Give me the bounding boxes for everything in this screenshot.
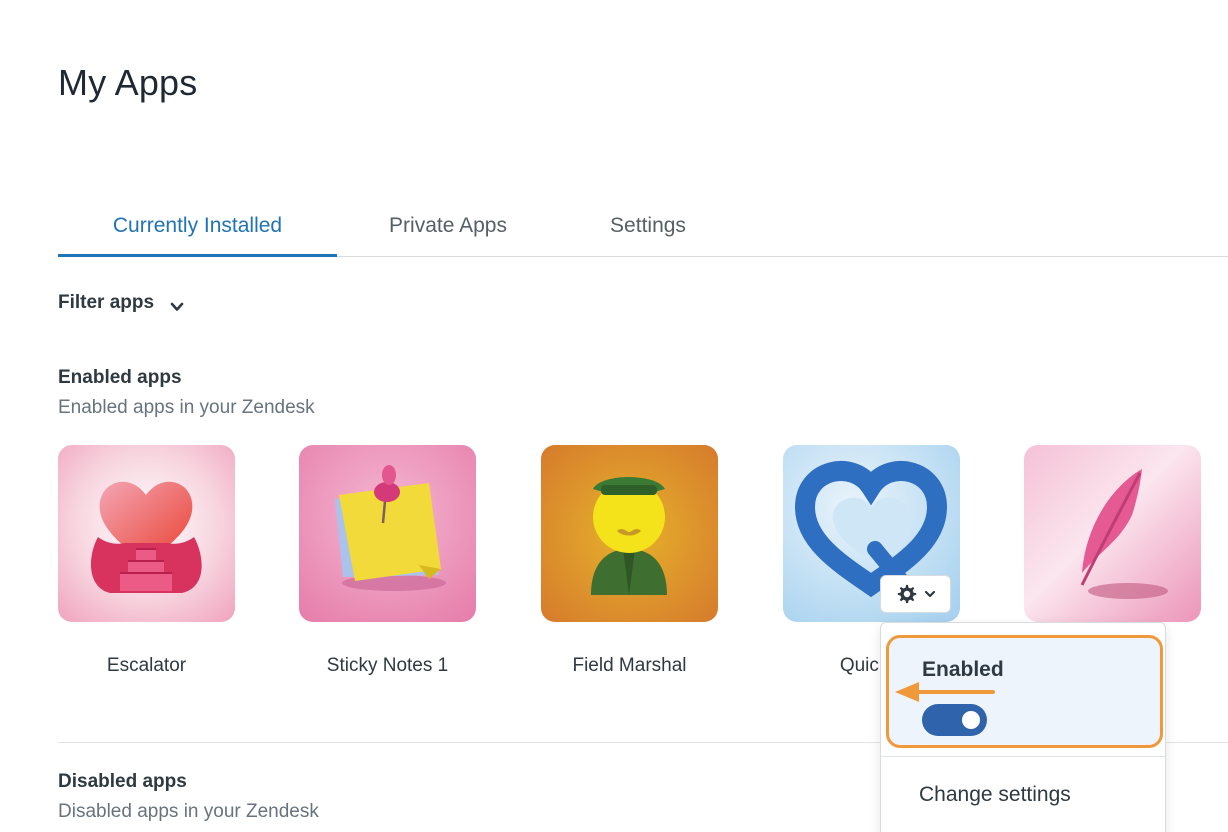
page-title: My Apps bbox=[58, 62, 198, 103]
disabled-apps-title: Disabled apps bbox=[58, 771, 187, 792]
app-card-feather[interactable] bbox=[1024, 445, 1201, 622]
toggle-knob bbox=[962, 711, 980, 729]
tab-private-apps[interactable]: Private Apps bbox=[337, 200, 559, 256]
feather-icon bbox=[1024, 445, 1201, 622]
dropdown-separator bbox=[881, 756, 1165, 757]
app-settings-menu-button[interactable] bbox=[880, 575, 951, 613]
app-name-escalator: Escalator bbox=[106, 655, 187, 676]
app-name-sticky-notes: Sticky Notes 1 bbox=[326, 655, 449, 676]
heart-stairs-icon bbox=[58, 445, 235, 622]
tab-bar: Currently Installed Private Apps Setting… bbox=[58, 200, 1228, 257]
app-card-field-marshal[interactable]: Field Marshal bbox=[541, 445, 718, 676]
arrow-left-icon bbox=[895, 682, 995, 702]
marshal-figure-icon bbox=[541, 445, 718, 622]
enabled-toggle-switch[interactable] bbox=[922, 704, 987, 736]
sticky-note-pin-icon bbox=[299, 445, 476, 622]
gear-icon bbox=[897, 584, 916, 604]
app-name-field-marshal: Field Marshal bbox=[572, 655, 687, 676]
enabled-apps-subtitle: Enabled apps in your Zendesk bbox=[58, 397, 315, 418]
filter-apps-toggle[interactable]: Filter apps bbox=[58, 292, 184, 314]
tab-settings[interactable]: Settings bbox=[559, 200, 737, 256]
enabled-apps-title: Enabled apps bbox=[58, 367, 182, 388]
change-settings-item[interactable]: Change settings bbox=[919, 783, 1071, 807]
disabled-apps-subtitle: Disabled apps in your Zendesk bbox=[58, 801, 319, 822]
tab-currently-installed[interactable]: Currently Installed bbox=[58, 200, 337, 257]
app-card-escalator[interactable]: Escalator bbox=[58, 445, 235, 676]
chevron-down-icon bbox=[170, 302, 184, 311]
filter-apps-label: Filter apps bbox=[58, 292, 155, 313]
enabled-label: Enabled bbox=[922, 658, 1004, 681]
app-settings-dropdown: Enabled Change settings bbox=[880, 622, 1166, 832]
chevron-down-icon bbox=[924, 590, 935, 598]
app-card-sticky-notes[interactable]: Sticky Notes 1 bbox=[299, 445, 476, 676]
